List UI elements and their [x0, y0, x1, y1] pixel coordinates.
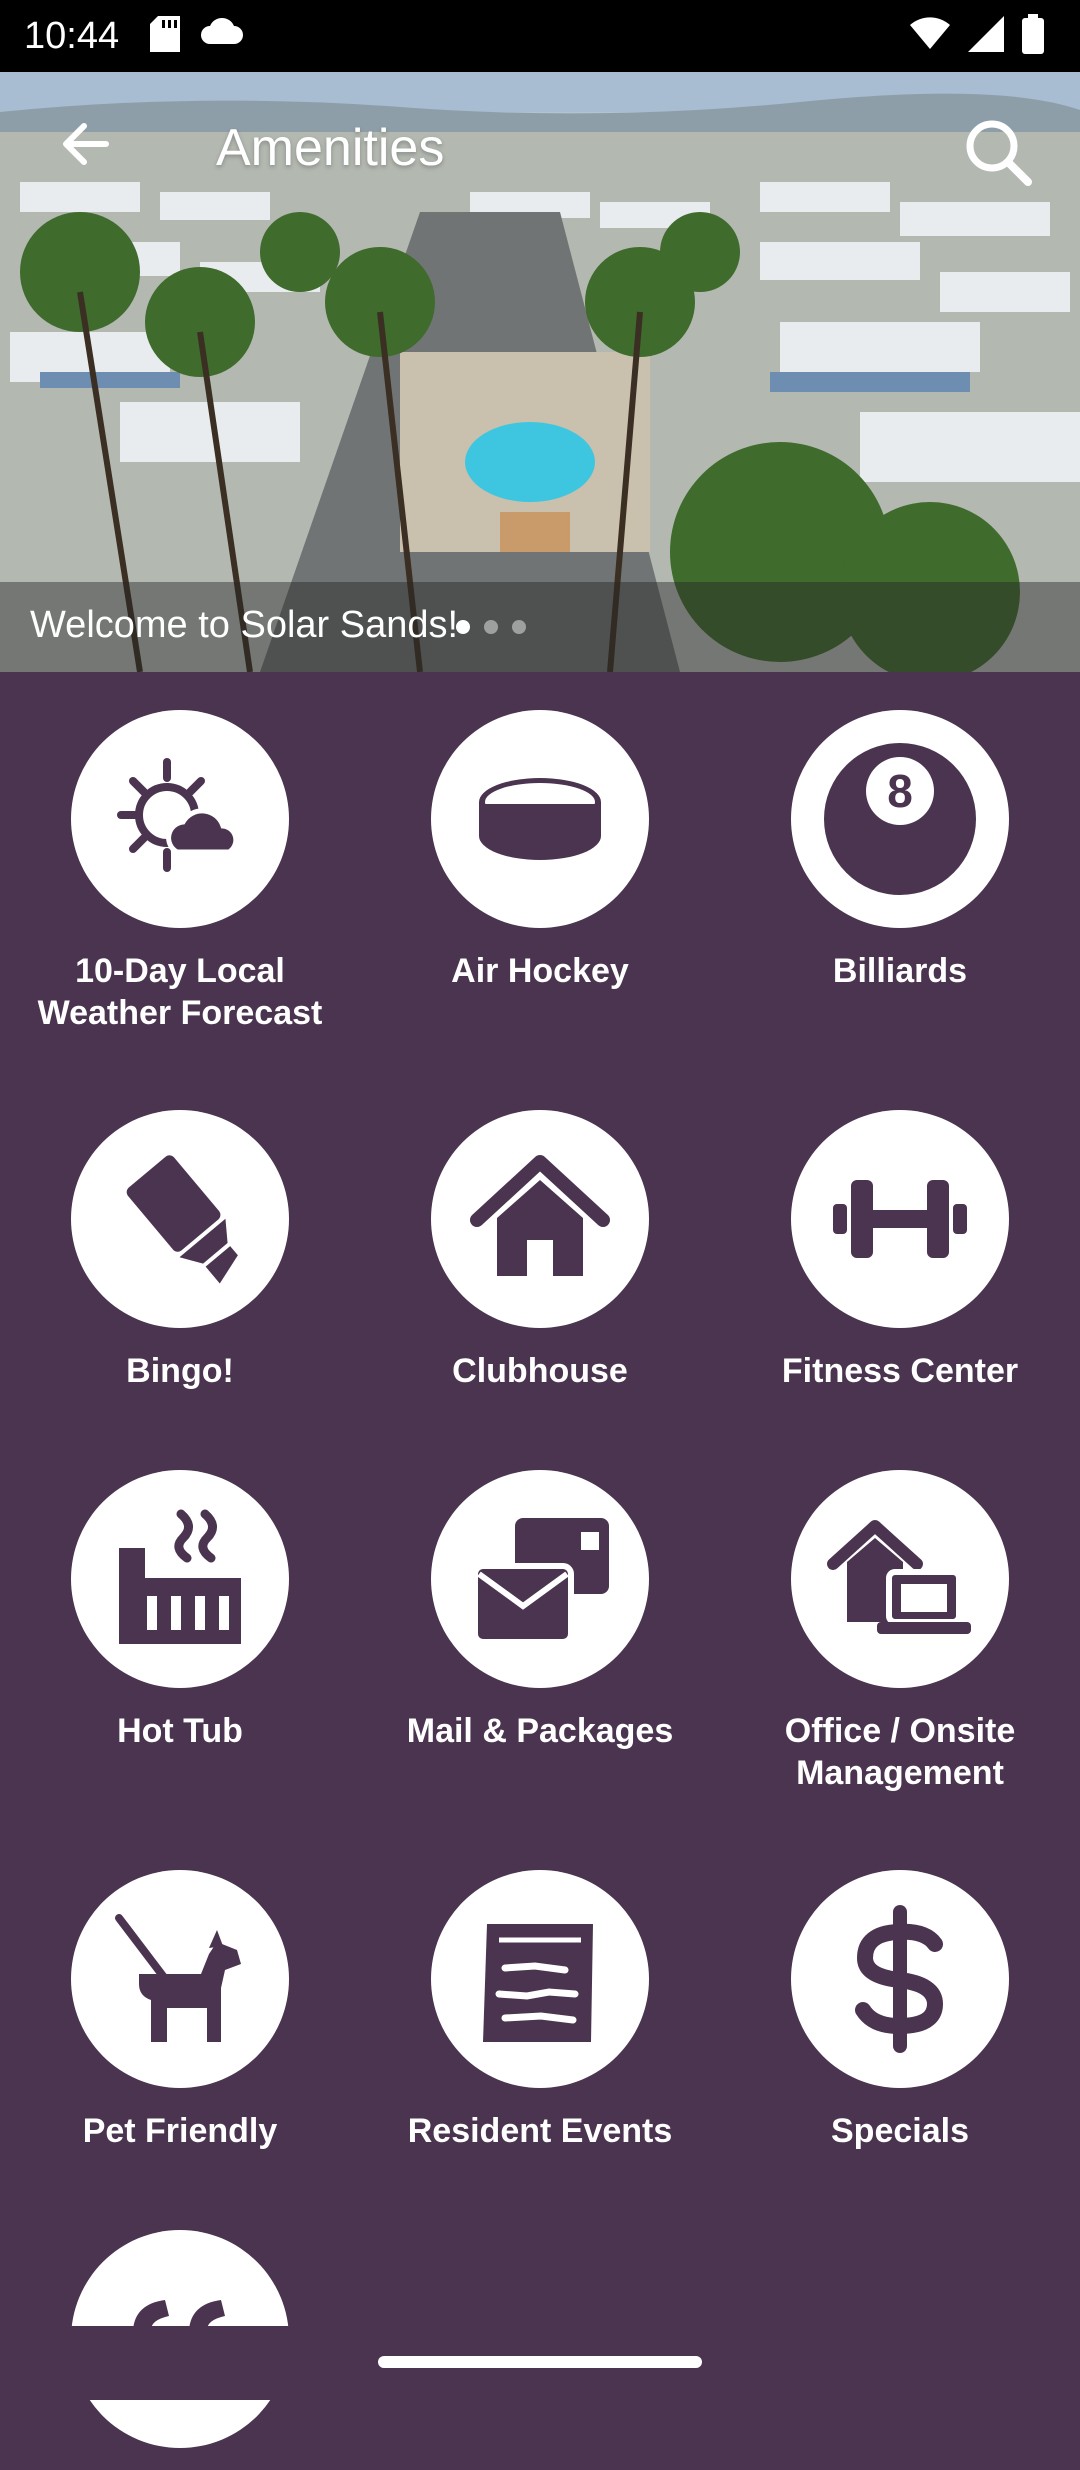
amenity-icon-circle [71, 1870, 289, 2088]
amenity-label: Pet Friendly [82, 2112, 278, 2150]
hero-caption: Welcome to Solar Sands! [30, 604, 459, 646]
amenity-label: Fitness Center [781, 1352, 1019, 1390]
arrow-back-icon [63, 123, 109, 165]
search-button[interactable] [956, 110, 1040, 194]
dollar-icon [855, 1905, 944, 2053]
amenity-tile-billiards[interactable]: 8 Billiards [720, 710, 1080, 992]
signal-icon [968, 16, 1004, 52]
amenity-label: Mail & Packages [406, 1712, 674, 1750]
amenity-icon-circle [791, 1870, 1009, 2088]
amenity-tile-clubhouse[interactable]: Clubhouse [360, 1110, 720, 1392]
status-bar: 10:44 [0, 0, 1080, 72]
amenity-icon-circle [431, 1870, 649, 2088]
weather-icon [117, 758, 239, 872]
amenity-tile-bingo[interactable]: Bingo! [0, 1110, 360, 1392]
amenity-label: Bingo! [126, 1352, 234, 1390]
amenity-label: Specials [831, 2112, 969, 2150]
amenity-tile-office[interactable]: Office / Onsite Management [720, 1470, 1080, 1794]
battery-icon [1022, 14, 1044, 54]
carousel-dot[interactable] [484, 620, 498, 634]
amenity-icon-circle [71, 1110, 289, 1328]
dog-icon [115, 1914, 241, 2042]
amenity-tile-mail[interactable]: Mail & Packages [360, 1470, 720, 1752]
wifi-icon [910, 17, 950, 49]
amenity-label: Clubhouse [452, 1352, 628, 1390]
amenity-tile-pet-friendly[interactable]: Pet Friendly [0, 1870, 360, 2152]
amenity-tile-resident-events[interactable]: Resident Events [360, 1870, 720, 2152]
svg-text:8: 8 [887, 765, 913, 817]
highlighter-icon [126, 1155, 238, 1284]
hot-tub-icon [119, 1509, 241, 1644]
amenity-icon-circle [71, 1470, 289, 1688]
carousel-indicator[interactable] [456, 620, 526, 634]
amenity-label: Billiards [832, 952, 968, 990]
page-title: Amenities [216, 119, 445, 177]
search-icon [966, 120, 1032, 186]
amenity-tile-hot-tub[interactable]: Hot Tub [0, 1470, 360, 1752]
office-icon [827, 1520, 971, 1634]
amenity-label: Hot Tub [117, 1712, 243, 1750]
eight-ball-icon: 8 [824, 743, 976, 895]
dumbbell-icon [833, 1180, 967, 1258]
amenity-tile-air-hockey[interactable]: Air Hockey [360, 710, 720, 992]
mail-icon [472, 1518, 609, 1645]
carousel-dot[interactable] [456, 620, 470, 634]
amenity-label: Office / Onsite Management [784, 1712, 1016, 1792]
amenity-tile-specials[interactable]: Specials [720, 1870, 1080, 2152]
carousel-dot[interactable] [512, 620, 526, 634]
amenity-tile-fitness[interactable]: Fitness Center [720, 1110, 1080, 1392]
amenity-icon-circle [431, 1470, 649, 1688]
amenity-icon-circle [791, 1470, 1009, 1688]
amenity-icon-circle: 8 [791, 710, 1009, 928]
amenity-icon-circle [431, 1110, 649, 1328]
cloud-icon [201, 17, 243, 44]
amenity-icon-circle [71, 710, 289, 928]
amenity-tile-weather[interactable]: 10-Day Local Weather Forecast [0, 710, 360, 1034]
sd-card-icon [150, 16, 180, 52]
amenity-icon-circle [791, 1110, 1009, 1328]
status-time: 10:44 [24, 15, 120, 57]
home-gesture-handle[interactable] [378, 2356, 702, 2368]
house-icon [470, 1155, 610, 1276]
events-icon [483, 1924, 593, 2042]
amenity-icon-circle [431, 710, 649, 928]
back-button[interactable] [40, 100, 128, 188]
amenity-label: Air Hockey [451, 952, 629, 990]
puck-icon [479, 778, 601, 860]
amenity-label: 10-Day Local Weather Forecast [37, 952, 323, 1032]
amenity-label: Resident Events [407, 2112, 673, 2150]
